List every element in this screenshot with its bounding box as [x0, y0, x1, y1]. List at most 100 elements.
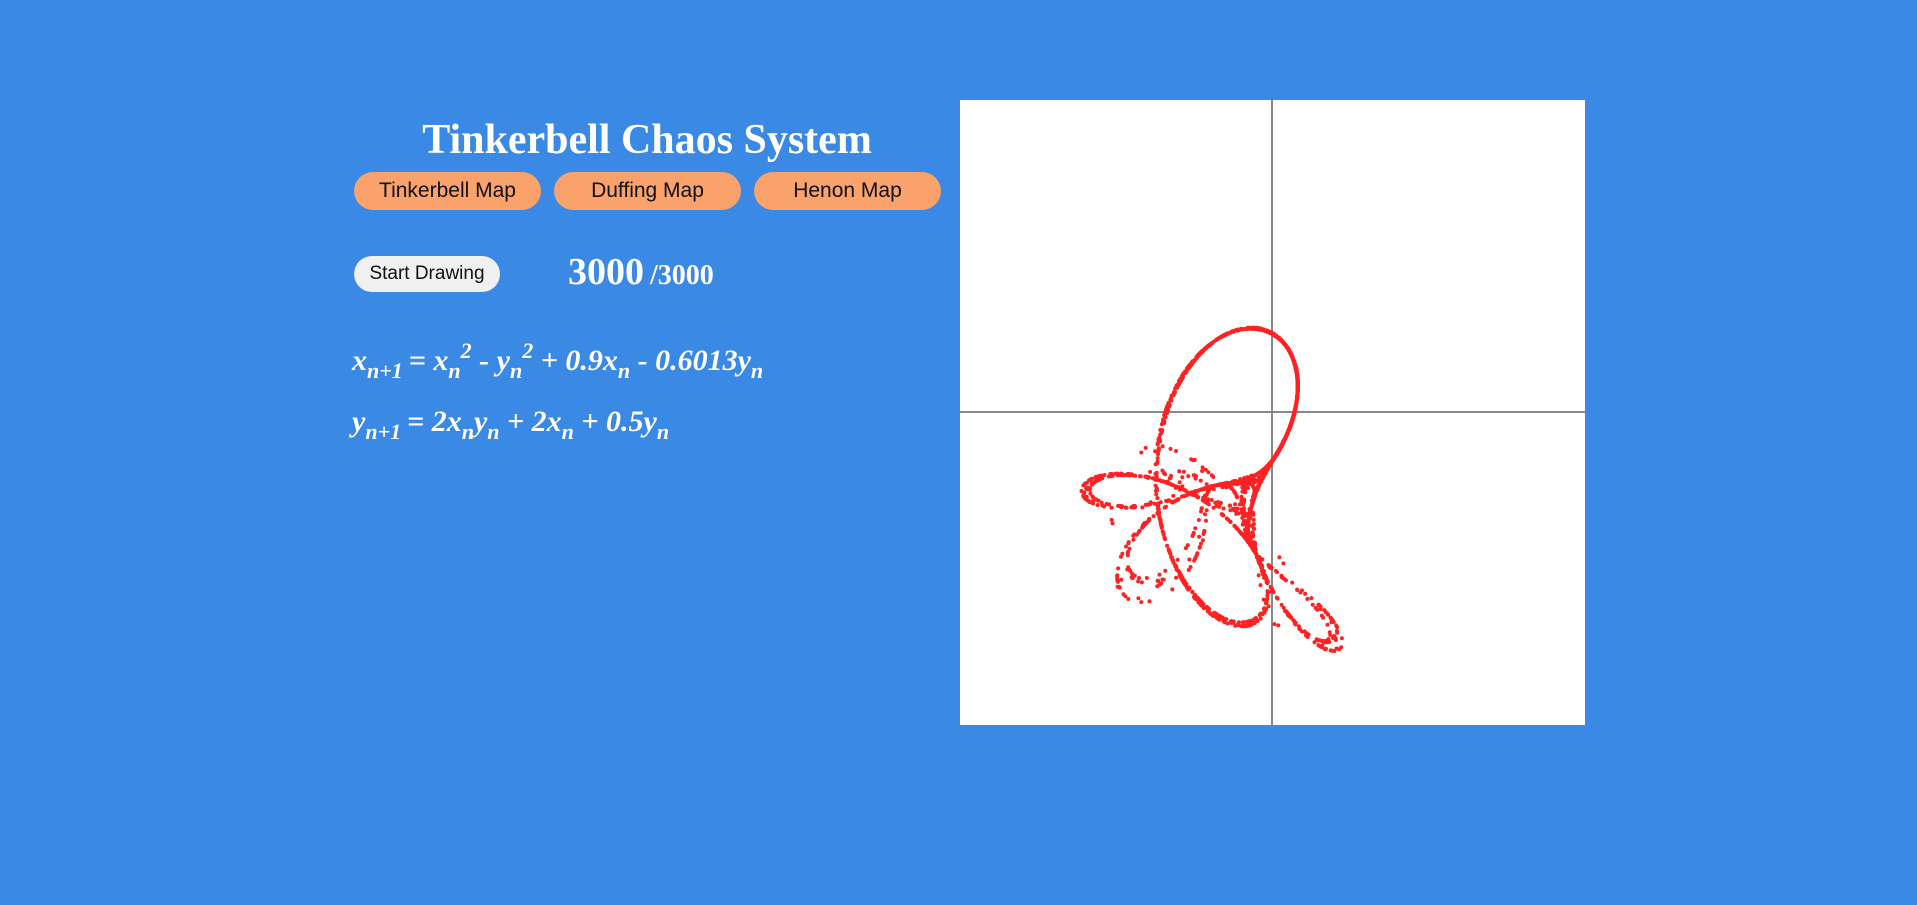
attractor-point: [1207, 343, 1212, 347]
attractor-point: [1170, 587, 1175, 592]
attractor-point: [1217, 336, 1222, 341]
attractor-point: [1140, 525, 1145, 530]
attractor-point: [1169, 473, 1173, 478]
attractor-point: [1155, 511, 1160, 516]
attractor-point: [1253, 619, 1258, 624]
attractor-point: [1235, 527, 1240, 532]
attractor-point: [1191, 532, 1196, 537]
attractor-point: [1272, 622, 1277, 627]
attractor-point: [1291, 414, 1296, 419]
attractor-point: [1197, 544, 1202, 549]
attractor-point: [1089, 476, 1094, 481]
attractor-point: [1295, 380, 1300, 385]
attractor-point: [1162, 413, 1167, 418]
attractor-point: [1294, 402, 1298, 407]
attractor-point: [1096, 478, 1101, 483]
attractor-point: [1123, 505, 1128, 510]
attractor-point: [1195, 489, 1200, 494]
attractor-point: [1265, 589, 1270, 594]
attractor-point: [1169, 398, 1174, 403]
attractor-point: [1152, 501, 1157, 506]
attractor-points: [1079, 325, 1344, 653]
iteration-counter: 3000/3000: [568, 250, 714, 294]
attractor-point: [1281, 440, 1286, 445]
attractor-point: [1334, 623, 1339, 628]
attractor-point: [1273, 453, 1278, 458]
attractor-point: [1290, 580, 1295, 585]
attractor-point: [1228, 520, 1233, 524]
attractor-point: [1204, 346, 1208, 351]
attractor-point: [1187, 557, 1192, 562]
attractor-point: [1258, 479, 1263, 484]
attractor-point: [1265, 597, 1270, 602]
attractor-point: [1235, 506, 1240, 511]
attractor-point: [1292, 621, 1297, 626]
attractor-point: [1296, 624, 1301, 629]
attractor-point: [1159, 525, 1164, 530]
attractor-point: [1209, 473, 1214, 478]
start-drawing-button[interactable]: Start Drawing: [354, 256, 500, 292]
attractor-point: [1090, 494, 1095, 499]
attractor-point: [1269, 566, 1274, 570]
attractor-point: [1205, 605, 1210, 610]
attractor-point: [1216, 613, 1221, 618]
attractor-point: [1186, 474, 1191, 479]
attractor-point: [1129, 505, 1134, 510]
attractor-point: [1166, 498, 1171, 503]
attractor-point: [1293, 406, 1298, 411]
map-selector: Tinkerbell Map Duffing Map Henon Map: [354, 172, 941, 210]
attractor-point: [1139, 580, 1144, 585]
attractor-point: [1294, 371, 1299, 376]
attractor-point: [1295, 587, 1300, 592]
attractor-point: [1309, 596, 1314, 601]
attractor-point: [1249, 523, 1254, 528]
attractor-point: [1287, 425, 1292, 430]
attractor-point: [1145, 475, 1150, 480]
attractor-point: [1167, 550, 1172, 555]
attractor-point: [1260, 557, 1265, 562]
attractor-point: [1155, 477, 1160, 482]
attractor-point: [1140, 505, 1145, 510]
equation-x: xn+1 = xn2 - yn2 + 0.9xn - 0.6013yn: [352, 338, 764, 383]
attractor-point: [1314, 606, 1319, 611]
henon-map-button[interactable]: Henon Map: [754, 172, 941, 210]
attractor-point: [1206, 502, 1211, 507]
attractor-point: [1102, 473, 1107, 477]
attractor-point: [1153, 488, 1158, 493]
attractor-point: [1191, 594, 1196, 599]
attractor-point: [1248, 536, 1253, 541]
attractor-point: [1248, 543, 1253, 548]
attractor-point: [1104, 502, 1109, 506]
attractor-point: [1279, 338, 1284, 343]
attractor-point: [1115, 574, 1120, 579]
attractor-point: [1115, 578, 1120, 583]
attractor-point: [1259, 469, 1264, 474]
attractor-point: [1154, 470, 1159, 475]
attractor-point: [1284, 344, 1289, 349]
attractor-point: [1298, 590, 1303, 595]
attractor-point: [1171, 493, 1176, 498]
attractor-point: [1177, 469, 1182, 474]
attractor-point: [1275, 570, 1279, 575]
attractor-point: [1310, 602, 1315, 607]
attractor-point: [1221, 506, 1226, 511]
attractor-point: [1156, 452, 1160, 457]
attractor-point: [1248, 326, 1252, 330]
attractor-point: [1143, 445, 1148, 450]
attractor-point: [1191, 492, 1195, 497]
attractor-canvas[interactable]: [960, 100, 1585, 725]
duffing-map-button[interactable]: Duffing Map: [554, 172, 741, 210]
attractor-point: [1289, 351, 1293, 356]
attractor-point: [1274, 333, 1279, 338]
attractor-point: [1303, 591, 1308, 596]
attractor-point: [1156, 447, 1161, 452]
attractor-point: [1129, 472, 1134, 477]
attractor-point: [1255, 326, 1260, 331]
attractor-point: [1222, 617, 1227, 621]
attractor-point: [1095, 503, 1100, 507]
attractor-point: [1293, 365, 1298, 370]
attractor-point: [1083, 496, 1088, 501]
tinkerbell-map-button[interactable]: Tinkerbell Map: [354, 172, 541, 210]
attractor-point: [1292, 410, 1297, 415]
attractor-point: [1247, 619, 1252, 624]
